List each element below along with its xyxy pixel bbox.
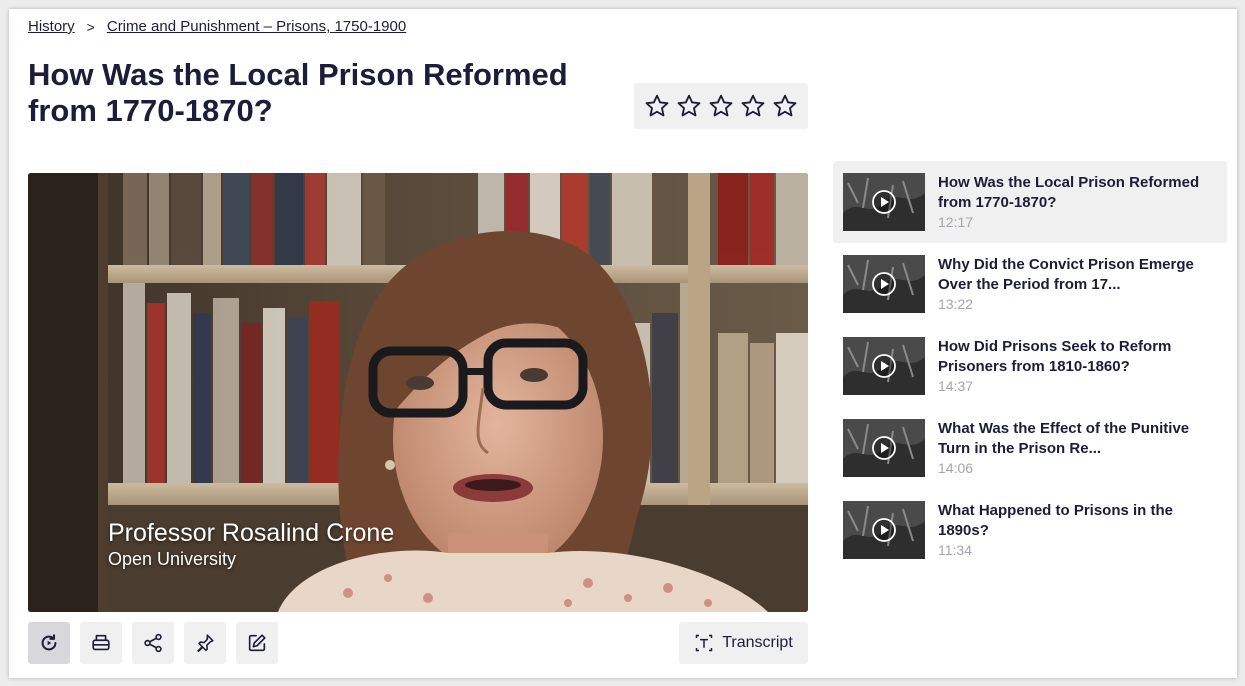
video-thumbnail	[843, 255, 925, 313]
replay-button[interactable]	[28, 622, 70, 664]
breadcrumb-separator: >	[86, 18, 95, 35]
share-icon	[144, 633, 162, 653]
breadcrumb-topic-link[interactable]: Crime and Punishment – Prisons, 1750-190…	[107, 18, 406, 35]
playlist-item-title: How Did Prisons Seek to Reform Prisoners…	[938, 338, 1172, 375]
playlist-item-duration: 14:06	[938, 460, 974, 476]
breadcrumb-history-link[interactable]: History	[28, 18, 75, 35]
playlist-item[interactable]: What Was the Effect of the Punitive Turn…	[833, 407, 1227, 489]
speaker-name: Professor Rosalind Crone	[108, 519, 395, 547]
playlist-item[interactable]: How Was the Local Prison Reformed from 1…	[833, 161, 1227, 243]
video-thumbnail	[843, 173, 925, 231]
star-2-icon[interactable]	[676, 93, 702, 119]
breadcrumb: History > Crime and Punishment – Prisons…	[28, 18, 406, 35]
video-thumbnail	[843, 419, 925, 477]
replay-icon	[41, 634, 57, 651]
edit-note-icon	[248, 634, 266, 652]
star-4-icon[interactable]	[740, 93, 766, 119]
page-title: How Was the Local Prison Reformed from 1…	[28, 57, 568, 128]
print-icon	[92, 634, 110, 651]
star-rating	[634, 83, 808, 129]
video-player[interactable]: Professor Rosalind Crone Open University	[28, 173, 808, 612]
playlist-item[interactable]: How Did Prisons Seek to Reform Prisoners…	[833, 325, 1227, 407]
transcript-label: Transcript	[722, 634, 793, 651]
transcript-button[interactable]: Transcript	[679, 622, 808, 664]
page-frame: History > Crime and Punishment – Prisons…	[9, 9, 1237, 678]
transcript-icon	[695, 634, 713, 652]
note-button[interactable]	[236, 622, 278, 664]
playlist-item-duration: 11:34	[938, 542, 972, 558]
video-thumbnail	[843, 337, 925, 395]
video-toolbar	[28, 622, 278, 664]
playlist-item-duration: 13:22	[938, 296, 974, 312]
speaker-organization: Open University	[108, 549, 237, 569]
pin-icon	[197, 634, 214, 653]
playlist-item[interactable]: Why Did the Convict Prison Emerge Over t…	[833, 243, 1227, 325]
star-1-icon[interactable]	[644, 93, 670, 119]
playlist-item-title: What Was the Effect of the Punitive Turn…	[938, 420, 1190, 457]
video-thumbnail	[843, 501, 925, 559]
star-5-icon[interactable]	[772, 93, 798, 119]
playlist-item-duration: 12:17	[938, 214, 974, 230]
playlist-item-title: Why Did the Convict Prison Emerge Over t…	[938, 256, 1194, 293]
print-button[interactable]	[80, 622, 122, 664]
playlist-item-title: How Was the Local Prison Reformed from 1…	[938, 174, 1200, 211]
playlist-item-title: What Happened to Prisons in the 1890s?	[938, 502, 1174, 539]
playlist-item[interactable]: What Happened to Prisons in the 1890s? 1…	[833, 489, 1227, 571]
share-button[interactable]	[132, 622, 174, 664]
video-playlist: How Was the Local Prison Reformed from 1…	[833, 161, 1227, 571]
star-3-icon[interactable]	[708, 93, 734, 119]
playlist-item-duration: 14:37	[938, 378, 974, 394]
pin-button[interactable]	[184, 622, 226, 664]
